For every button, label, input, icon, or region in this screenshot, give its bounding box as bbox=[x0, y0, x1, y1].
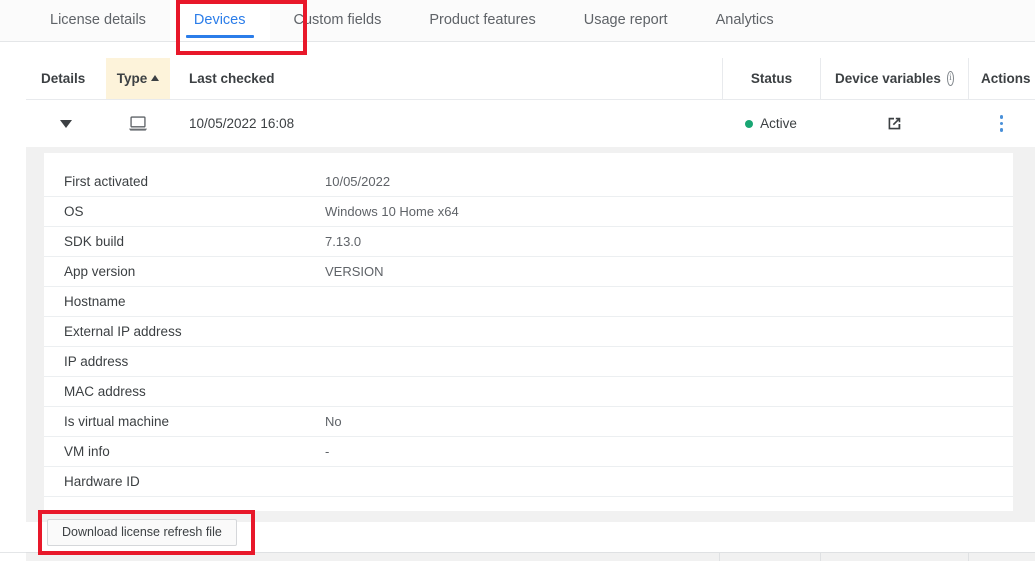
detail-value: 7.13.0 bbox=[325, 234, 1013, 249]
column-header-device-variables[interactable]: Device variables i bbox=[820, 58, 968, 99]
device-details-card: First activated 10/05/2022 OS Windows 10… bbox=[44, 153, 1013, 511]
tab-custom-fields[interactable]: Custom fields bbox=[270, 0, 406, 41]
tab-label: Devices bbox=[194, 12, 246, 28]
horizontal-scrollbar[interactable] bbox=[26, 552, 719, 561]
laptop-icon bbox=[128, 116, 148, 132]
detail-label: VM info bbox=[44, 444, 325, 459]
sort-ascending-caret-icon bbox=[151, 75, 159, 81]
column-header-label: Type bbox=[117, 71, 148, 86]
card-top-padding bbox=[44, 153, 1013, 167]
table-header-row: Details Type Last checked Status Device … bbox=[26, 58, 1035, 100]
detail-row-hardware-id: Hardware ID bbox=[44, 467, 1013, 497]
detail-label: Hostname bbox=[44, 294, 325, 309]
detail-label: First activated bbox=[44, 174, 325, 189]
detail-row-ip-address: IP address bbox=[44, 347, 1013, 377]
info-icon[interactable]: i bbox=[947, 71, 954, 86]
detail-value: No bbox=[325, 414, 1013, 429]
card-bottom-padding bbox=[44, 497, 1013, 511]
row-device-type bbox=[106, 100, 170, 147]
row-actions[interactable] bbox=[968, 100, 1035, 147]
column-header-actions: Actions bbox=[968, 58, 1035, 99]
column-header-label: Device variables bbox=[835, 71, 941, 86]
tab-label: Analytics bbox=[716, 12, 774, 28]
detail-label: Hardware ID bbox=[44, 474, 325, 489]
expand-caret-down-icon bbox=[60, 120, 72, 128]
detail-value: VERSION bbox=[325, 264, 1013, 279]
detail-label: External IP address bbox=[44, 324, 325, 339]
column-header-status[interactable]: Status bbox=[722, 58, 820, 99]
column-header-label: Last checked bbox=[189, 71, 275, 86]
detail-label: SDK build bbox=[44, 234, 325, 249]
tab-list: License details Devices Custom fields Pr… bbox=[0, 0, 1035, 41]
tab-license-details[interactable]: License details bbox=[26, 0, 170, 41]
scroll-segment-actions[interactable] bbox=[968, 552, 1035, 561]
detail-label: MAC address bbox=[44, 384, 325, 399]
column-header-label: Status bbox=[751, 71, 792, 86]
detail-row-hostname: Hostname bbox=[44, 287, 1013, 317]
tab-label: Custom fields bbox=[294, 12, 382, 28]
detail-value: - bbox=[325, 444, 1013, 459]
detail-label: Is virtual machine bbox=[44, 414, 325, 429]
devices-table: Details Type Last checked Status Device … bbox=[26, 58, 1035, 147]
detail-label: IP address bbox=[44, 354, 325, 369]
scroll-segment-status[interactable] bbox=[719, 552, 820, 561]
tab-devices[interactable]: Devices bbox=[170, 0, 270, 41]
detail-value: Windows 10 Home x64 bbox=[325, 204, 1013, 219]
external-link-icon bbox=[885, 115, 903, 133]
download-license-refresh-file-button[interactable]: Download license refresh file bbox=[47, 519, 237, 546]
column-header-type[interactable]: Type bbox=[106, 58, 170, 99]
detail-row-sdk-build: SDK build 7.13.0 bbox=[44, 227, 1013, 257]
detail-row-app-version: App version VERSION bbox=[44, 257, 1013, 287]
vertical-dots-menu-icon[interactable] bbox=[992, 111, 1011, 135]
detail-row-is-virtual-machine: Is virtual machine No bbox=[44, 407, 1013, 437]
tab-usage-report[interactable]: Usage report bbox=[560, 0, 692, 41]
tab-analytics[interactable]: Analytics bbox=[692, 0, 798, 41]
tab-label: Usage report bbox=[584, 12, 668, 28]
detail-row-vm-info: VM info - bbox=[44, 437, 1013, 467]
detail-value: 10/05/2022 bbox=[325, 174, 1013, 189]
row-last-checked: 10/05/2022 16:08 bbox=[170, 100, 722, 147]
detail-label: OS bbox=[44, 204, 325, 219]
scroll-segment-device-variables[interactable] bbox=[820, 552, 968, 561]
detail-row-os: OS Windows 10 Home x64 bbox=[44, 197, 1013, 227]
column-header-label: Details bbox=[41, 71, 85, 86]
tab-bar: License details Devices Custom fields Pr… bbox=[0, 0, 1035, 42]
detail-row-external-ip-address: External IP address bbox=[44, 317, 1013, 347]
table-row[interactable]: 10/05/2022 16:08 Active bbox=[26, 100, 1035, 147]
expanded-row-region: First activated 10/05/2022 OS Windows 10… bbox=[26, 145, 1035, 522]
row-status: Active bbox=[722, 100, 820, 147]
detail-row-mac-address: MAC address bbox=[44, 377, 1013, 407]
status-badge: Active bbox=[760, 116, 797, 131]
column-header-last-checked[interactable]: Last checked bbox=[170, 58, 722, 99]
row-expand-toggle[interactable] bbox=[26, 100, 106, 147]
column-header-details[interactable]: Details bbox=[26, 58, 106, 99]
detail-row-first-activated: First activated 10/05/2022 bbox=[44, 167, 1013, 197]
tab-label: Product features bbox=[429, 12, 535, 28]
column-header-label: Actions bbox=[981, 71, 1031, 86]
tab-label: License details bbox=[50, 12, 146, 28]
detail-label: App version bbox=[44, 264, 325, 279]
tab-product-features[interactable]: Product features bbox=[405, 0, 559, 41]
row-device-variables[interactable] bbox=[820, 100, 968, 147]
status-dot-icon bbox=[745, 120, 753, 128]
